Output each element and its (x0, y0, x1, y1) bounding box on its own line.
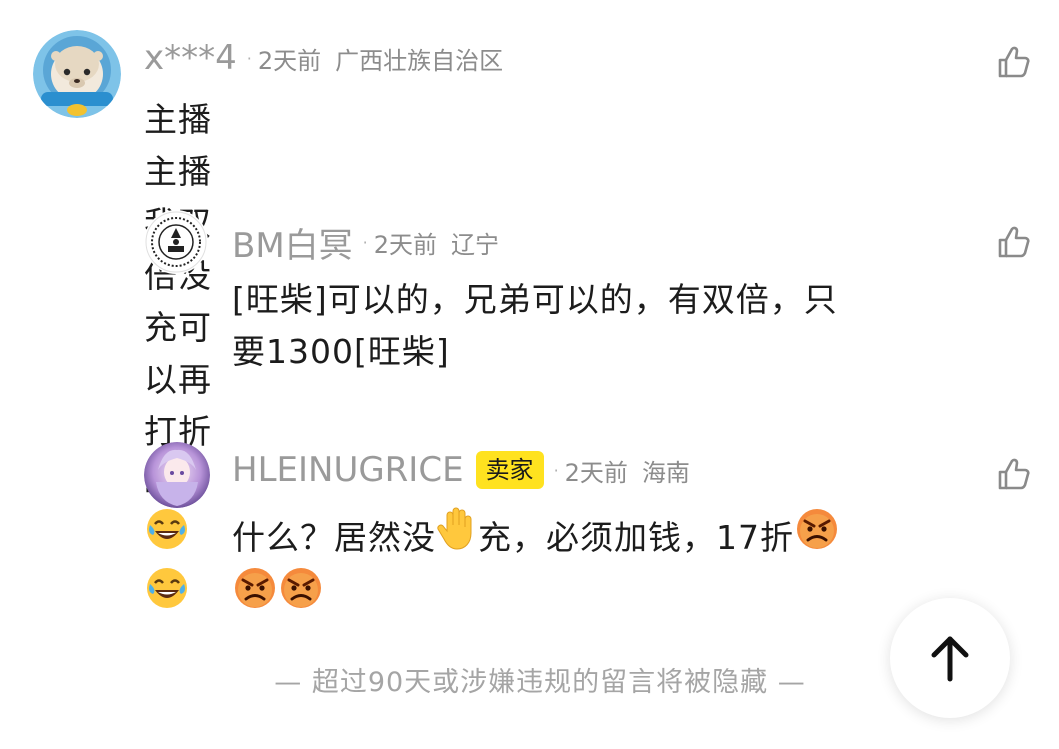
comment-time: 2天前 (257, 46, 322, 75)
comment-time: 2天前 (564, 458, 628, 487)
comment-text-line (232, 566, 932, 628)
avatar[interactable] (144, 210, 208, 274)
comment-location: 广西壮族自治区 (335, 46, 504, 75)
comment-text-part: 什么？居然没 (232, 518, 436, 557)
separator-dot: · (246, 48, 252, 68)
seller-badge: 卖家 (475, 451, 544, 489)
comment-text-line: 什么？居然没 充，必须加钱，17折 (232, 507, 932, 569)
separator-dot: · (553, 460, 559, 480)
thumbs-up-icon[interactable] (996, 44, 1032, 80)
comment-text: 主播主播我双倍没充可以再打折吗？ (144, 94, 212, 628)
avatar[interactable] (144, 442, 210, 508)
laughing-tears-emoji-icon (145, 566, 189, 625)
comment-meta: BM白冥 · 2天前 辽宁 (232, 218, 499, 267)
separator-dot: · (362, 233, 368, 252)
laughing-tears-emoji-icon (145, 507, 189, 566)
arrow-up-icon (931, 636, 969, 682)
thumbs-up-icon[interactable] (996, 224, 1032, 260)
comment-text: [旺柴]可以的，兄弟可以的，有双倍，只 要1300[旺柴] (232, 274, 952, 378)
comment-meta: x***4 · 2天前 广西壮族自治区 (144, 38, 503, 78)
comment-location: 海南 (641, 458, 690, 487)
comment-location: 辽宁 (451, 231, 500, 259)
username[interactable]: x***4 (144, 38, 237, 78)
avatar[interactable] (33, 30, 121, 118)
comment-time: 2天前 (373, 231, 438, 259)
comment-text-line: 要1300[旺柴] (232, 332, 450, 371)
comment-thread: x***4 · 2天前 广西壮族自治区 主播主播我双倍没充可以再打折吗？ (0, 0, 1059, 749)
comment-text-part: 充，必须加钱，17折 (478, 518, 794, 557)
scroll-to-top-button[interactable] (890, 598, 1010, 718)
raised-hand-emoji-icon (437, 507, 477, 566)
username[interactable]: HLEINUGRICE (232, 450, 464, 490)
angry-face-emoji-icon (795, 507, 839, 566)
comment-meta: HLEINUGRICE 卖家 · 2天前 海南 (232, 450, 690, 490)
thumbs-up-icon[interactable] (996, 456, 1032, 492)
comment-text: 什么？居然没 充，必须加钱，17折 (232, 507, 932, 628)
username[interactable]: BM白冥 (232, 218, 353, 267)
angry-face-emoji-icon (279, 566, 323, 625)
comment-text-line: [旺柴]可以的，兄弟可以的，有双倍，只 (232, 280, 838, 319)
angry-face-emoji-icon (233, 566, 277, 625)
